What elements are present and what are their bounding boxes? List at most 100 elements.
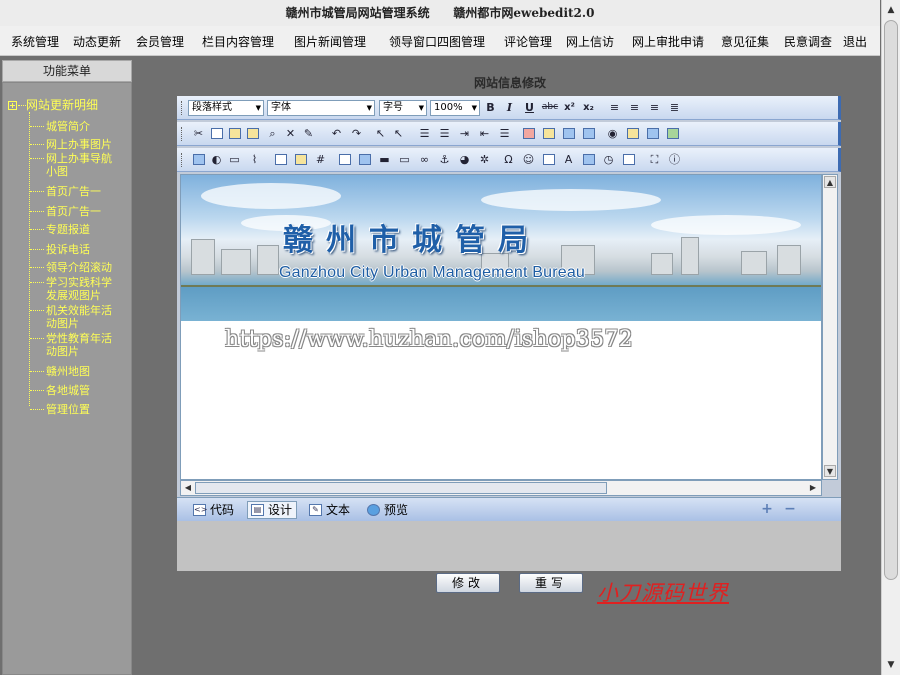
grid-icon[interactable]: #	[313, 152, 328, 167]
flash-icon[interactable]	[665, 126, 680, 141]
strikethrough-button[interactable]: abc	[540, 100, 560, 115]
expand-icon[interactable]	[8, 101, 17, 110]
menu-public-survey[interactable]: 民意调查	[784, 33, 832, 50]
mode-tab-preview[interactable]: 预览	[363, 501, 413, 519]
attachment-icon[interactable]: ⌇	[247, 152, 262, 167]
unordered-list-icon[interactable]: ☰	[437, 126, 452, 141]
menu-column-content[interactable]: 栏目内容管理	[202, 33, 274, 50]
font-family-select[interactable]: 字体	[267, 100, 375, 116]
page-scrollbar[interactable]: ▲ ▼	[881, 0, 900, 675]
undo-icon[interactable]: ↶	[329, 126, 344, 141]
table-icon[interactable]	[561, 126, 576, 141]
subscript-button[interactable]: x₂	[581, 100, 596, 115]
menu-online-approval[interactable]: 网上审批申请	[632, 33, 704, 50]
sidebar-item[interactable]: 管理位置	[30, 403, 120, 416]
mode-tab-design[interactable]: ▤ 设计	[247, 501, 298, 519]
iframe-icon[interactable]	[357, 152, 372, 167]
marquee-icon[interactable]: ▭	[397, 152, 412, 167]
date-icon[interactable]	[581, 152, 596, 167]
indent-icon[interactable]: ⇥	[457, 126, 472, 141]
menu-member-management[interactable]: 会员管理	[136, 33, 184, 50]
italic-button[interactable]: I	[502, 100, 517, 115]
scroll-up-icon[interactable]: ▲	[885, 4, 897, 16]
paragraph-style-select[interactable]: 段落样式	[188, 100, 264, 116]
menu-comments[interactable]: 评论管理	[504, 33, 552, 50]
sidebar-item[interactable]: 网上办事导航小图	[30, 152, 120, 178]
submit-button[interactable]: 修改	[436, 573, 500, 593]
delete-icon[interactable]: ✕	[283, 126, 298, 141]
sidebar-item[interactable]: 赣州地图	[30, 365, 120, 378]
scroll-right-icon[interactable]: ▶	[807, 482, 819, 494]
align-center-icon[interactable]: ≡	[627, 100, 642, 115]
media-icon[interactable]	[645, 126, 660, 141]
scroll-left-icon[interactable]: ◀	[182, 482, 194, 494]
brand-link[interactable]: 小刀源码世界	[597, 577, 729, 607]
align-left-icon[interactable]: ≡	[607, 100, 622, 115]
layer-insert-icon[interactable]	[293, 152, 308, 167]
page-icon[interactable]	[621, 152, 636, 167]
horizontal-scroll-thumb[interactable]	[195, 482, 607, 494]
sidebar-item[interactable]: 网上办事图片	[30, 138, 120, 151]
fieldset-icon[interactable]	[337, 152, 352, 167]
underline-button[interactable]: U	[522, 100, 537, 115]
scroll-down-icon[interactable]: ▼	[885, 659, 897, 671]
globe-icon[interactable]: ◉	[605, 126, 620, 141]
bold-button[interactable]: B	[483, 100, 498, 115]
sidebar-item[interactable]: 学习实践科学发展观图片	[30, 276, 120, 302]
scroll-thumb[interactable]	[884, 20, 898, 580]
special-char-icon[interactable]: Ω	[501, 152, 516, 167]
blockquote-icon[interactable]: ☰	[497, 126, 512, 141]
select-icon[interactable]: ↖	[373, 126, 388, 141]
expand-editor-icon[interactable]: +	[760, 502, 774, 517]
menu-online-petition[interactable]: 网上信访	[566, 33, 614, 50]
menu-dynamic-updates[interactable]: 动态更新	[73, 33, 121, 50]
video-icon[interactable]: ▭	[227, 152, 242, 167]
flash-insert-icon[interactable]: ◐	[209, 152, 224, 167]
sidebar-item[interactable]: 投诉电话	[30, 243, 120, 256]
scroll-down-icon[interactable]: ▼	[824, 465, 836, 477]
sidebar-item[interactable]: 机关效能年活动图片	[30, 304, 120, 330]
mode-tab-code[interactable]: <> 代码	[189, 501, 239, 519]
tree-root[interactable]: 网站更新明细	[8, 96, 98, 113]
find-icon[interactable]: ⌕	[265, 126, 280, 141]
image-icon[interactable]	[191, 152, 206, 167]
form-icon[interactable]	[273, 152, 288, 167]
outdent-icon[interactable]: ⇤	[477, 126, 492, 141]
about-icon[interactable]: ⓘ	[667, 152, 682, 167]
sidebar-item[interactable]: 党性教育年活动图片	[30, 332, 120, 358]
editor-horizontal-scrollbar[interactable]: ◀ ▶	[180, 480, 822, 496]
zoom-select[interactable]: 100%	[430, 100, 480, 116]
fullscreen-icon[interactable]: ⛶	[647, 152, 662, 167]
menu-logout[interactable]: 退出	[843, 33, 867, 50]
sidebar-item[interactable]: 首页广告一	[30, 185, 120, 198]
sidebar-item[interactable]: 各地城管	[30, 384, 120, 397]
shrink-editor-icon[interactable]: −	[783, 502, 797, 517]
edit-area[interactable]: 赣州市城管局 Ganzhou City Urban Management Bur…	[180, 174, 822, 480]
menu-opinion-collection[interactable]: 意见征集	[721, 33, 769, 50]
scroll-up-icon[interactable]: ▲	[824, 176, 836, 188]
paste-text-icon[interactable]	[245, 126, 260, 141]
reset-button[interactable]: 重写	[519, 573, 583, 593]
emoticon-icon[interactable]: ☺	[521, 152, 536, 167]
text-color-icon[interactable]	[521, 126, 536, 141]
layer-icon[interactable]	[581, 126, 596, 141]
link-icon[interactable]: ∞	[417, 152, 432, 167]
horizontal-rule-icon[interactable]: ▬	[377, 152, 392, 167]
background-color-icon[interactable]	[541, 126, 556, 141]
format-brush-icon[interactable]: ✎	[301, 126, 316, 141]
paste-icon[interactable]	[227, 126, 242, 141]
ordered-list-icon[interactable]: ☰	[417, 126, 432, 141]
sidebar-item[interactable]: 首页广告一	[30, 205, 120, 218]
align-right-icon[interactable]: ≡	[647, 100, 662, 115]
font-size-select[interactable]: 字号	[379, 100, 427, 116]
mode-tab-text[interactable]: ✎ 文本	[305, 501, 355, 519]
editor-vertical-scrollbar[interactable]: ▲ ▼	[822, 174, 838, 480]
cut-icon[interactable]: ✂	[191, 126, 206, 141]
copy-icon[interactable]	[209, 126, 224, 141]
time-icon[interactable]: ◷	[601, 152, 616, 167]
map-icon[interactable]: ◕	[457, 152, 472, 167]
sidebar-item[interactable]: 领导介绍滚动	[30, 261, 120, 274]
absolute-position-icon[interactable]: ↖	[391, 126, 406, 141]
sidebar-item[interactable]: 城管简介	[30, 120, 120, 133]
menu-system-management[interactable]: 系统管理	[11, 33, 59, 50]
